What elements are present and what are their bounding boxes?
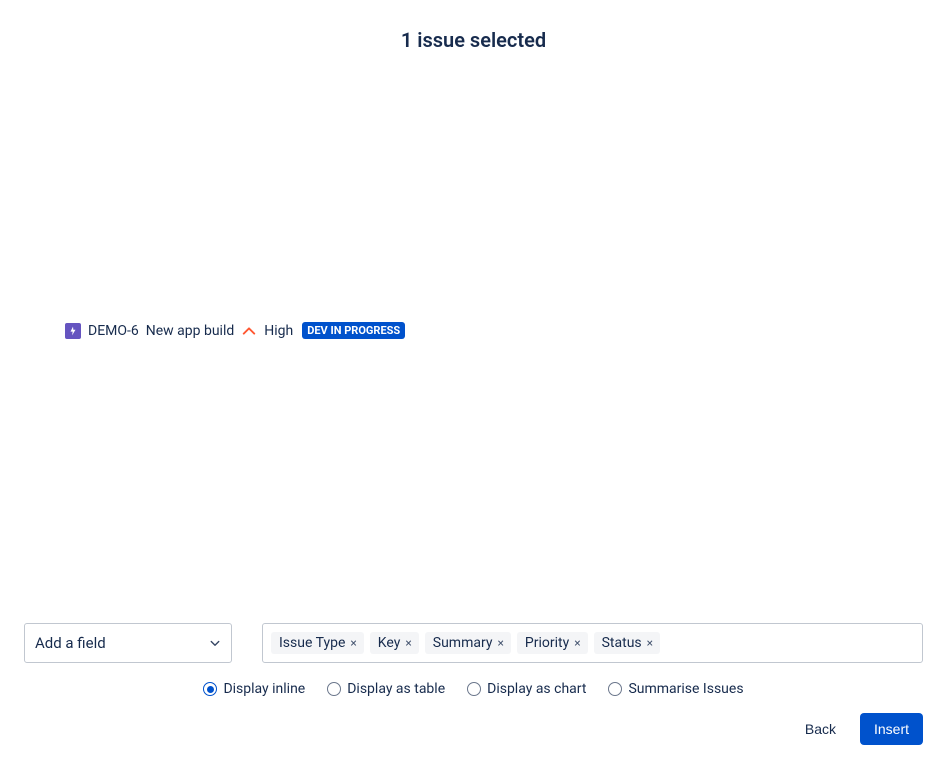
field-row: Add a field Issue Type × Key × Summary ×…: [24, 623, 923, 663]
field-tag-label: Issue Type: [279, 635, 345, 651]
radio-label: Display inline: [223, 681, 305, 697]
priority-high-icon: [241, 323, 257, 339]
issue-key: DEMO-6: [88, 323, 139, 339]
chevron-down-icon: [209, 637, 221, 649]
display-options-row: Display inline Display as table Display …: [24, 681, 923, 697]
bottom-controls: Add a field Issue Type × Key × Summary ×…: [24, 623, 923, 697]
footer-buttons: Back Insert: [795, 713, 923, 745]
add-field-dropdown[interactable]: Add a field: [24, 623, 232, 663]
radio-display-inline[interactable]: Display inline: [203, 681, 305, 697]
radio-icon: [203, 682, 217, 696]
field-tag-label: Priority: [525, 635, 569, 651]
field-tag: Issue Type ×: [271, 632, 364, 654]
status-badge: DEV IN PROGRESS: [302, 322, 405, 339]
radio-summarise-issues[interactable]: Summarise Issues: [608, 681, 743, 697]
issue-type-epic-icon: [65, 323, 81, 339]
tag-remove-icon[interactable]: ×: [573, 637, 581, 649]
page-title: 1 issue selected: [0, 0, 947, 52]
radio-display-chart[interactable]: Display as chart: [467, 681, 586, 697]
back-button[interactable]: Back: [795, 713, 846, 745]
radio-display-table[interactable]: Display as table: [327, 681, 445, 697]
priority-label: High: [264, 323, 293, 339]
field-tag: Key ×: [370, 632, 419, 654]
tag-remove-icon[interactable]: ×: [404, 637, 412, 649]
field-tag: Status ×: [594, 632, 660, 654]
radio-icon: [327, 682, 341, 696]
insert-button[interactable]: Insert: [860, 713, 923, 745]
radio-icon: [608, 682, 622, 696]
add-field-placeholder: Add a field: [35, 634, 106, 652]
field-tag: Summary ×: [425, 632, 511, 654]
field-tag-label: Summary: [433, 635, 493, 651]
radio-icon: [467, 682, 481, 696]
selected-fields-container[interactable]: Issue Type × Key × Summary × Priority × …: [262, 623, 923, 663]
tag-remove-icon[interactable]: ×: [646, 637, 654, 649]
radio-label: Display as table: [347, 681, 445, 697]
tag-remove-icon[interactable]: ×: [496, 637, 504, 649]
issue-row[interactable]: DEMO-6 New app build High DEV IN PROGRES…: [65, 322, 405, 339]
radio-label: Display as chart: [487, 681, 586, 697]
field-tag-label: Status: [602, 635, 642, 651]
field-tag-label: Key: [378, 635, 401, 651]
tag-remove-icon[interactable]: ×: [349, 637, 357, 649]
radio-label: Summarise Issues: [628, 681, 743, 697]
field-tag: Priority ×: [517, 632, 588, 654]
issue-summary: New app build: [146, 323, 235, 339]
